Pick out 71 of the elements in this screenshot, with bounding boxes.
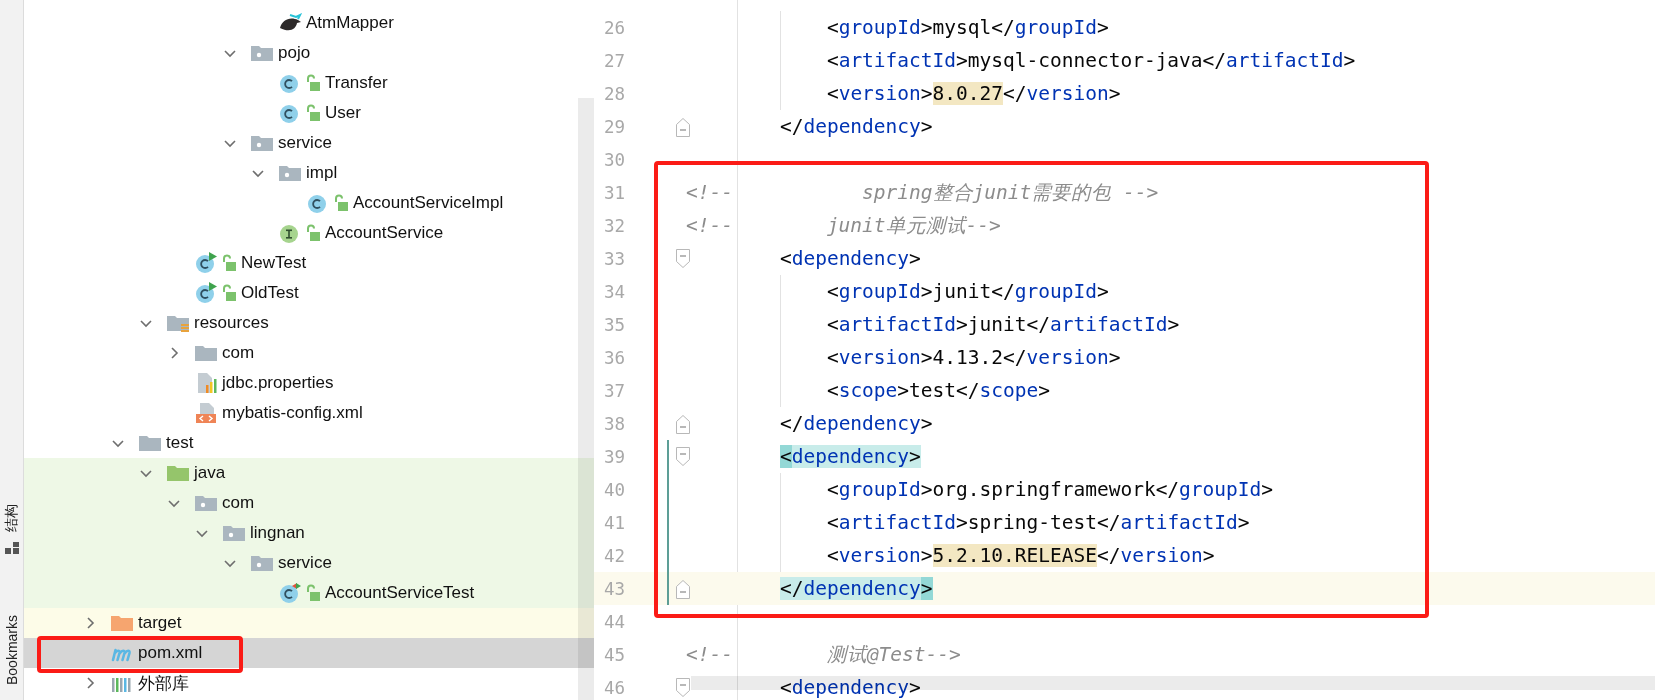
- tree-item[interactable]: service: [24, 128, 594, 158]
- tree-item[interactable]: java: [24, 458, 594, 488]
- tree-item[interactable]: NewTest: [24, 248, 594, 278]
- run-class-icon: [194, 252, 218, 274]
- code-line: </dependency>: [778, 577, 933, 600]
- tree-item[interactable]: target: [24, 608, 594, 638]
- scrollbar[interactable]: [578, 98, 594, 700]
- tree-item[interactable]: test: [24, 428, 594, 458]
- line-number: 29: [602, 116, 625, 137]
- tree-item[interactable]: pom.xml: [24, 638, 594, 668]
- line-number: 44: [602, 611, 625, 632]
- tree-item[interactable]: User: [24, 98, 594, 128]
- test-class-icon: [278, 582, 302, 604]
- code-line: <version>4.13.2</version>: [825, 346, 1121, 369]
- code-line: <version>5.2.10.RELEASE</version>: [825, 544, 1215, 567]
- code-line: <!-- 测试@Test-->: [686, 642, 961, 668]
- line-number: 30: [602, 149, 625, 170]
- line-number: 45: [602, 644, 625, 665]
- line-number: 41: [602, 512, 625, 533]
- run-class-icon: [194, 282, 218, 304]
- code-line: <artifactId>junit</artifactId>: [825, 313, 1180, 336]
- code-line: <dependency>: [778, 247, 921, 270]
- code-line: </dependency>: [778, 115, 933, 138]
- code-line: <artifactId>mysql-connector-java</artifactId>: [825, 49, 1356, 72]
- code-line: <dependency>: [778, 445, 921, 468]
- tool-window-tab[interactable]: Bookmarks: [0, 604, 23, 696]
- line-number: 37: [602, 380, 625, 401]
- tree-item[interactable]: Transfer: [24, 68, 594, 98]
- code-line: <groupId>mysql</groupId>: [825, 16, 1109, 39]
- tree-item[interactable]: 外部库: [24, 668, 594, 698]
- line-number: 35: [602, 314, 625, 335]
- code-line: </dependency>: [778, 412, 933, 435]
- tree-item[interactable]: impl: [24, 158, 594, 188]
- tree-item[interactable]: AccountService: [24, 218, 594, 248]
- tree-item[interactable]: jdbc.properties: [24, 368, 594, 398]
- line-number: 27: [602, 50, 625, 71]
- tree-item[interactable]: lingnan: [24, 518, 594, 548]
- line-number: 43: [602, 578, 625, 599]
- line-number: 34: [602, 281, 625, 302]
- code-line: <artifactId>spring-test</artifactId>: [825, 511, 1250, 534]
- code-line: <!-- junit单元测试-->: [686, 213, 1001, 239]
- tree-item[interactable]: mybatis-config.xml: [24, 398, 594, 428]
- line-number: 36: [602, 347, 625, 368]
- line-number: 26: [602, 17, 625, 38]
- code-line: <scope>test</scope>: [825, 379, 1050, 402]
- xml-file-icon: [194, 402, 218, 424]
- tree-item[interactable]: OldTest: [24, 278, 594, 308]
- tree-item[interactable]: service: [24, 548, 594, 578]
- tree-item[interactable]: AccountServiceTest: [24, 578, 594, 608]
- line-number: 39: [602, 446, 625, 467]
- code-line: <version>8.0.27</version>: [825, 82, 1121, 105]
- tree-item[interactable]: resources: [24, 308, 594, 338]
- structure-icon: [4, 542, 19, 554]
- line-number: 38: [602, 413, 625, 434]
- tree-item[interactable]: AccountServiceImpl: [24, 188, 594, 218]
- code-line: <groupId>org.springframework</groupId>: [825, 478, 1274, 501]
- line-number: 32: [602, 215, 625, 236]
- line-number: 33: [602, 248, 625, 269]
- code-line: <dependency>: [778, 676, 921, 699]
- line-number: 28: [602, 83, 625, 104]
- line-number: 40: [602, 479, 625, 500]
- tree-item[interactable]: com: [24, 338, 594, 368]
- line-number: 31: [602, 182, 625, 203]
- tool-window-tab[interactable]: 结构: [0, 500, 23, 536]
- tree-item[interactable]: pojo: [24, 38, 594, 68]
- line-number: 46: [602, 677, 625, 698]
- code-line: <!-- spring整合junit需要的包 -->: [686, 180, 1159, 206]
- code-line: <groupId>junit</groupId>: [825, 280, 1109, 303]
- line-number: 42: [602, 545, 625, 566]
- tree-item[interactable]: AtmMapper: [24, 8, 594, 38]
- tree-item[interactable]: com: [24, 488, 594, 518]
